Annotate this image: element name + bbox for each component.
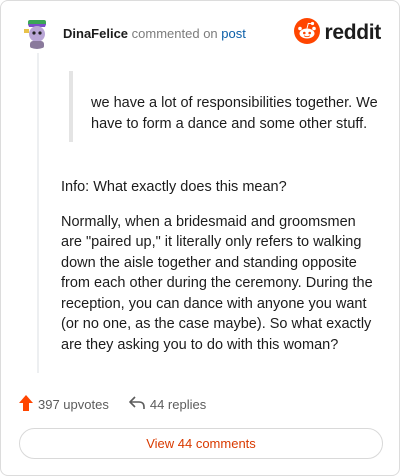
quote-text: we have a lot of responsibilities togeth… (91, 95, 378, 132)
comment-header: DinaFelice commented on post reddit (21, 17, 383, 51)
view-comments-button[interactable]: View 44 comments (19, 428, 383, 459)
commented-on-label: commented on (131, 26, 218, 41)
avatar[interactable] (21, 17, 53, 49)
thread-line (37, 53, 39, 373)
reddit-logo[interactable]: reddit (294, 17, 381, 49)
reddit-wordmark: reddit (324, 21, 381, 44)
comment-paragraph: Info: What exactly does this mean? (61, 179, 287, 195)
replies-button[interactable]: 44 replies (129, 395, 207, 413)
post-link[interactable]: post (221, 26, 246, 41)
upvote-icon (19, 394, 38, 414)
reddit-snoo-icon (294, 17, 321, 49)
reply-icon (129, 395, 150, 413)
comment-stats: 397 upvotes 44 replies (19, 394, 226, 414)
comment-body: Info: What exactly does this mean? Norma… (61, 177, 379, 369)
upvote-button[interactable]: 397 upvotes (19, 394, 109, 414)
comment-card: DinaFelice commented on post reddit we h… (0, 0, 400, 476)
comment-paragraph: Normally, when a bridesmaid and groomsme… (61, 213, 373, 353)
upvote-count: 397 upvotes (38, 396, 109, 412)
byline: DinaFelice commented on post (63, 26, 246, 41)
reply-count: 44 replies (149, 396, 207, 412)
blockquote: we have a lot of responsibilities togeth… (69, 71, 381, 142)
username-link[interactable]: DinaFelice (63, 26, 128, 41)
